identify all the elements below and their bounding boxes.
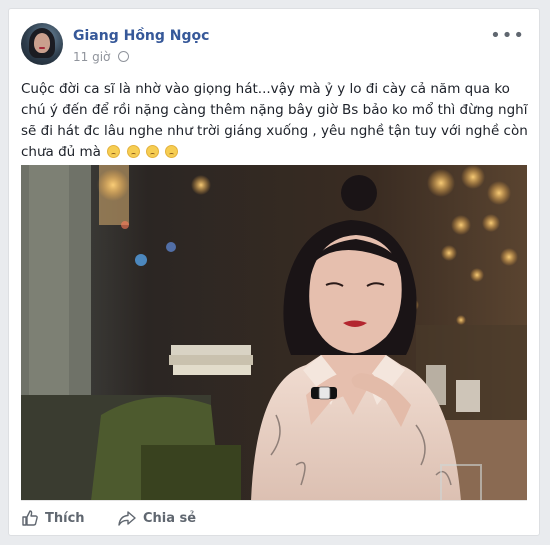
thumbs-up-icon <box>22 510 38 526</box>
post-text-block: Cuộc đời ca sĩ là nhờ vào giọng hát...vậ… <box>21 79 529 163</box>
sad-face-emoji <box>145 145 159 158</box>
post-header: Giang Hồng Ngọc 11 giờ ••• <box>21 23 527 69</box>
like-button[interactable]: Thích <box>21 501 85 535</box>
more-options-icon[interactable]: ••• <box>490 25 525 46</box>
post-photo[interactable] <box>21 165 527 501</box>
sad-face-emoji <box>165 145 179 158</box>
post-card: Giang Hồng Ngọc 11 giờ ••• Cuộc đời ca s… <box>8 8 540 536</box>
sad-face-emoji <box>107 145 121 158</box>
post-time[interactable]: 11 giờ <box>73 50 110 64</box>
share-button[interactable]: Chia sẻ <box>117 501 196 535</box>
author-name[interactable]: Giang Hồng Ngọc <box>73 28 209 44</box>
share-arrow-icon <box>118 511 136 526</box>
like-label: Thích <box>45 510 85 526</box>
sad-face-emoji <box>126 145 140 158</box>
avatar[interactable] <box>21 23 63 65</box>
globe-icon <box>118 51 130 62</box>
emoji-group <box>105 144 179 160</box>
post-text: Cuộc đời ca sĩ là nhờ vào giọng hát...vậ… <box>21 81 528 160</box>
post-meta: 11 giờ <box>73 50 130 64</box>
post-actions: Thích Chia sẻ <box>21 500 527 535</box>
share-label: Chia sẻ <box>143 510 197 526</box>
